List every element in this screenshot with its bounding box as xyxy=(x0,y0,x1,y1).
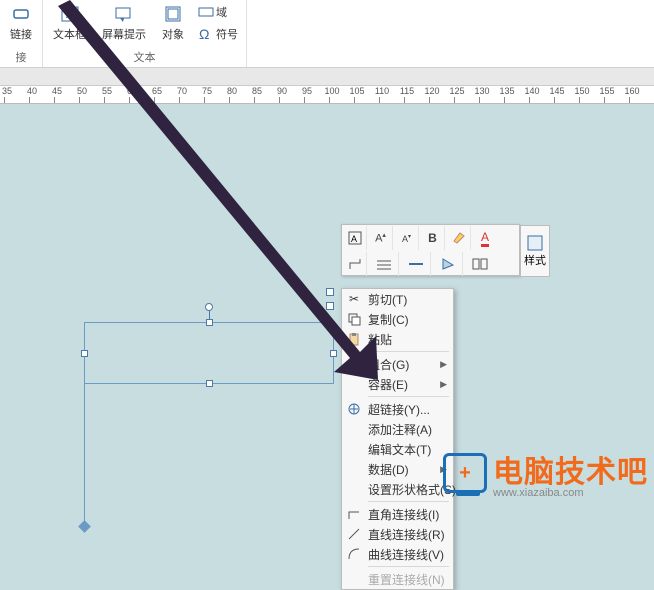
canvas[interactable]: A A▴ A▾ B A 样式 ✂ 剪切(T) 复制(C) xyxy=(0,104,654,505)
menu-separator xyxy=(368,396,449,397)
watermark-title: 电脑技术吧 xyxy=(493,447,648,491)
resize-handle-right[interactable] xyxy=(330,350,337,357)
object-label: 对象 xyxy=(162,26,184,42)
right-angle-icon xyxy=(346,506,362,522)
menu-format-shape[interactable]: 设置形状格式(S) xyxy=(342,479,453,499)
menu-separator xyxy=(368,501,449,502)
menu-container[interactable]: 容器(E) ▶ xyxy=(342,374,453,394)
connector-type-button[interactable] xyxy=(343,252,367,276)
connector-endpoint[interactable] xyxy=(78,520,91,533)
ribbon-toolbar: 链接 接 A 文本框 屏幕提示 对象 xyxy=(0,0,654,68)
resize-handle-bottom[interactable] xyxy=(206,380,213,387)
resize-handle-top[interactable] xyxy=(206,319,213,326)
field-icon xyxy=(198,4,214,20)
menu-group[interactable]: 组合(G) ▶ xyxy=(342,354,453,374)
screentip-icon xyxy=(114,4,134,24)
bold-button[interactable]: B xyxy=(421,226,445,250)
menu-reset-connector: 重置连接线(N) xyxy=(342,569,453,589)
watermark-url: www.xiazaiba.com xyxy=(493,487,648,499)
menu-curved-connector[interactable]: 曲线连接线(V) xyxy=(342,544,453,564)
field-button[interactable]: 域 xyxy=(196,2,240,22)
line-color-button[interactable] xyxy=(401,252,431,276)
svg-text:A: A xyxy=(66,9,74,21)
line-weight-button[interactable] xyxy=(369,252,399,276)
screentip-label: 屏幕提示 xyxy=(102,26,146,42)
cut-icon: ✂ xyxy=(346,291,362,307)
field-label: 域 xyxy=(216,4,227,20)
menu-straight-connector[interactable]: 直线连接线(R) xyxy=(342,524,453,544)
font-shrink-button[interactable]: A▾ xyxy=(395,226,419,250)
font-color-button[interactable]: A xyxy=(473,226,497,250)
group-label-link: 接 xyxy=(16,49,27,65)
curved-line-icon xyxy=(346,546,362,562)
symbol-button[interactable]: Ω 符号 xyxy=(196,24,240,44)
ribbon-group-link: 链接 接 xyxy=(0,0,43,67)
font-grow-button[interactable]: A▴ xyxy=(369,226,393,250)
fill-color-button[interactable] xyxy=(433,252,463,276)
menu-data[interactable]: 数据(D) ▶ xyxy=(342,459,453,479)
highlight-button[interactable] xyxy=(447,226,471,250)
extra-handle-1[interactable] xyxy=(326,288,334,296)
link-label: 链接 xyxy=(10,26,32,42)
symbol-label: 符号 xyxy=(216,26,238,42)
straight-line-icon xyxy=(346,526,362,542)
menu-cut[interactable]: ✂ 剪切(T) xyxy=(342,289,453,309)
sub-bar xyxy=(0,68,654,86)
menu-paste[interactable]: 粘贴 xyxy=(342,329,453,349)
watermark: + 电脑技术吧 www.xiazaiba.com xyxy=(443,447,648,499)
menu-edit-text[interactable]: 编辑文本(T) xyxy=(342,439,453,459)
object-icon xyxy=(163,4,183,24)
paste-icon xyxy=(346,331,362,347)
object-button[interactable]: 对象 xyxy=(158,2,188,44)
group-label-text: 文本 xyxy=(134,49,156,65)
menu-separator xyxy=(368,566,449,567)
font-box-button[interactable]: A xyxy=(343,226,367,250)
connector-line[interactable] xyxy=(84,384,85,524)
link-button[interactable]: 链接 xyxy=(6,2,36,44)
link-icon xyxy=(11,4,31,24)
ruler-horizontal: 3540455055606570758085909510010511011512… xyxy=(0,86,654,104)
screentip-button[interactable]: 屏幕提示 xyxy=(98,2,150,44)
menu-right-angle-connector[interactable]: 直角连接线(I) xyxy=(342,504,453,524)
textbox-label: 文本框 xyxy=(53,26,86,42)
submenu-arrow-icon: ▶ xyxy=(440,379,447,390)
extra-handle-2[interactable] xyxy=(326,302,334,310)
style-side-button[interactable]: 样式 xyxy=(520,225,550,277)
mini-toolbar: A A▴ A▾ B A 样式 xyxy=(341,224,520,276)
copy-icon xyxy=(346,311,362,327)
textbox-button[interactable]: A 文本框 xyxy=(49,2,90,44)
menu-separator xyxy=(368,351,449,352)
textbox-icon: A xyxy=(60,4,80,24)
menu-add-comment[interactable]: 添加注释(A) xyxy=(342,419,453,439)
selected-shape[interactable] xyxy=(84,322,334,384)
submenu-arrow-icon: ▶ xyxy=(440,359,447,370)
hyperlink-icon xyxy=(346,401,362,417)
watermark-logo-icon: + xyxy=(443,453,487,493)
align-button[interactable] xyxy=(465,252,495,276)
menu-copy[interactable]: 复制(C) xyxy=(342,309,453,329)
menu-hyperlink[interactable]: 超链接(Y)... xyxy=(342,399,453,419)
rotation-handle[interactable] xyxy=(205,303,213,311)
svg-text:Ω: Ω xyxy=(199,26,209,42)
svg-text:A: A xyxy=(351,234,357,244)
symbol-icon: Ω xyxy=(198,26,214,42)
style-icon xyxy=(526,234,544,252)
ribbon-group-text: A 文本框 屏幕提示 对象 xyxy=(43,0,247,67)
style-label: 样式 xyxy=(524,252,546,268)
context-menu: ✂ 剪切(T) 复制(C) 粘贴 组合(G) ▶ 容器(E) ▶ 超链接(Y).… xyxy=(341,288,454,590)
resize-handle-left[interactable] xyxy=(81,350,88,357)
